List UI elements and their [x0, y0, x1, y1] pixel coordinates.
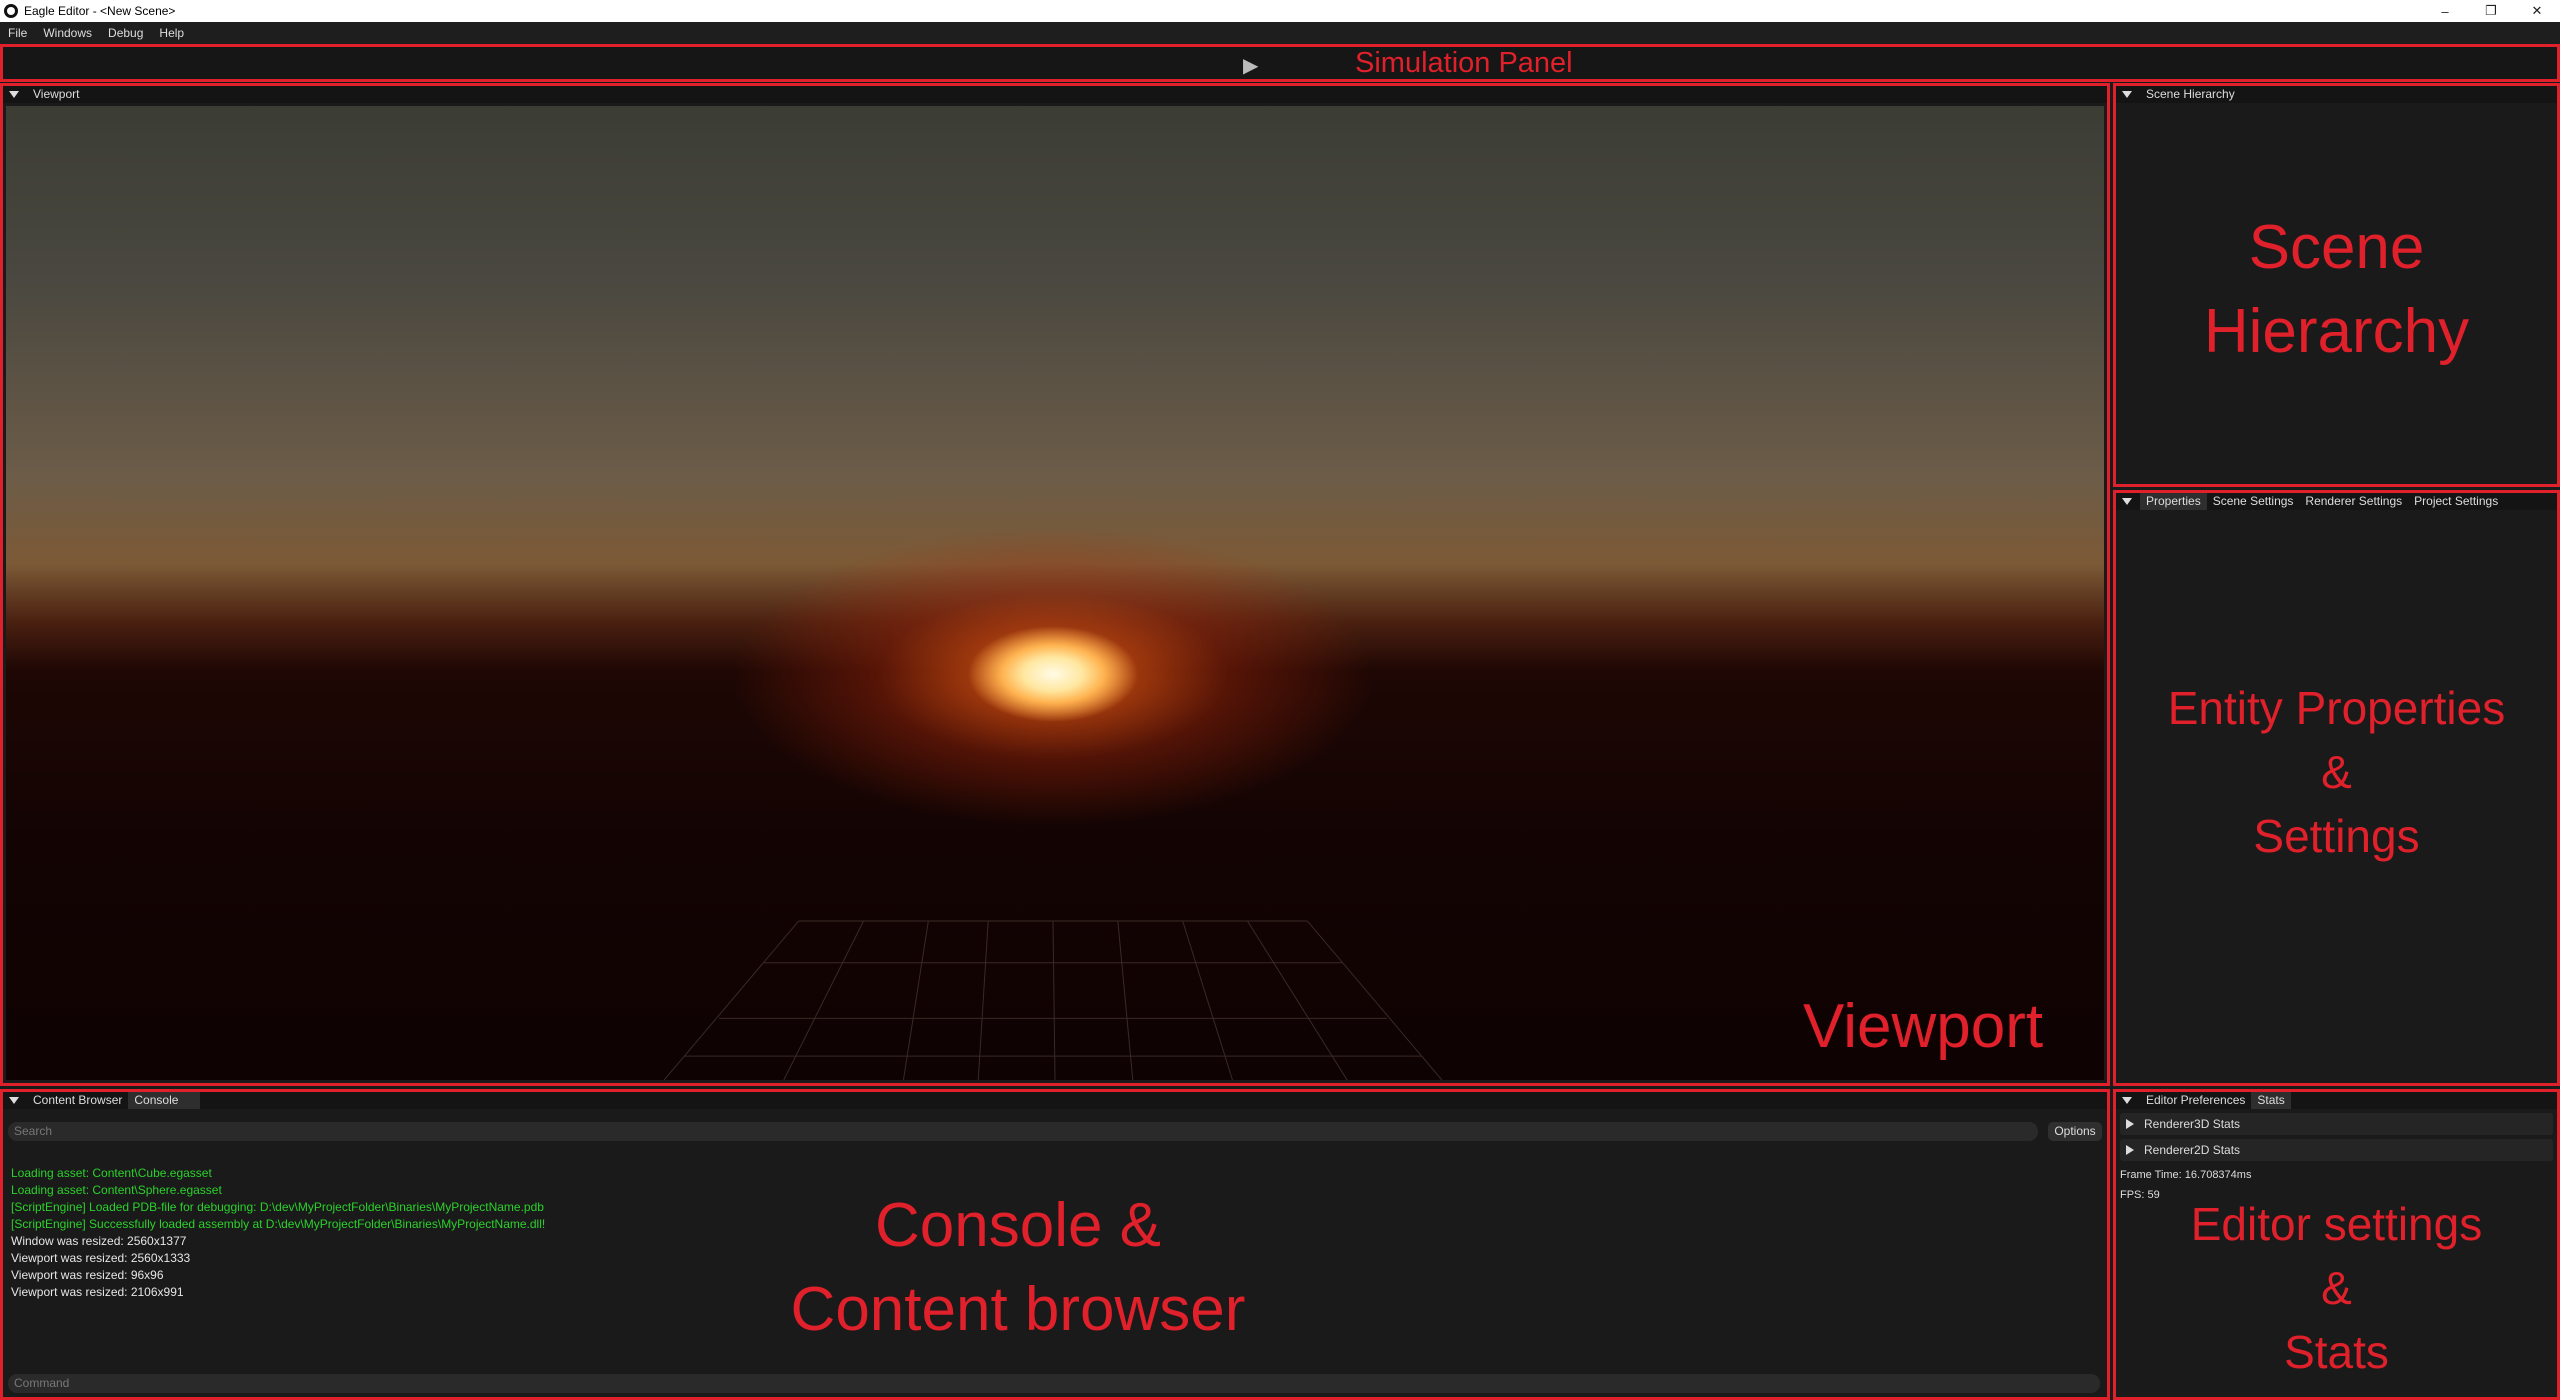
- close-button[interactable]: ✕: [2514, 0, 2560, 22]
- console-overlay-line2: Content browser: [790, 1275, 1246, 1344]
- menu-windows[interactable]: Windows: [35, 26, 100, 40]
- minimize-button[interactable]: –: [2422, 0, 2468, 22]
- log-line: Viewport was resized: 96x96: [11, 1268, 164, 1282]
- floor-grid: [663, 920, 1443, 1080]
- renderer2d-stats-header[interactable]: Renderer2D Stats: [2120, 1139, 2553, 1161]
- editor-tabbar: Editor Preferences Stats: [2116, 1092, 2557, 1109]
- command-input[interactable]: Command: [8, 1374, 2100, 1393]
- options-button[interactable]: Options: [2048, 1122, 2102, 1141]
- viewport-panel: Viewport Viewport: [0, 83, 2110, 1086]
- expand-arrow-icon: [2126, 1145, 2134, 1155]
- log-line: [ScriptEngine] Loaded PDB-file for debug…: [11, 1200, 544, 1214]
- log-line: Window was resized: 2560x1377: [11, 1234, 187, 1248]
- hierarchy-overlay-line2: Hierarchy: [2203, 297, 2470, 366]
- tab-scene-settings[interactable]: Scene Settings: [2207, 493, 2300, 510]
- menu-file[interactable]: File: [0, 26, 35, 40]
- tab-console[interactable]: Console: [128, 1092, 201, 1109]
- log-line: Viewport was resized: 2106x991: [11, 1285, 184, 1299]
- collapse-icon[interactable]: [9, 1097, 19, 1104]
- collapse-icon[interactable]: [2122, 498, 2132, 505]
- properties-overlay-line2: &: [2321, 746, 2352, 798]
- title-bar: Eagle Editor - <New Scene> – ❐ ✕: [0, 0, 2560, 22]
- hierarchy-overlay-label: Scene Hierarchy: [2116, 206, 2557, 374]
- tab-content-browser[interactable]: Content Browser: [27, 1092, 128, 1109]
- expand-arrow-icon: [2126, 1119, 2134, 1129]
- play-icon[interactable]: ▶: [1243, 53, 1258, 78]
- properties-overlay-label: Entity Properties & Settings: [2116, 676, 2557, 868]
- menu-bar: File Windows Debug Help: [0, 22, 2560, 44]
- console-overlay-line1: Console &: [874, 1191, 1162, 1260]
- hierarchy-tabbar: Scene Hierarchy: [2116, 86, 2557, 103]
- search-input[interactable]: Search: [8, 1122, 2038, 1141]
- scene-hierarchy-panel: Scene Hierarchy Scene Hierarchy: [2113, 83, 2560, 487]
- collapse-icon[interactable]: [2122, 91, 2132, 98]
- log-line: Viewport was resized: 2560x1333: [11, 1251, 191, 1265]
- editor-overlay-line3: Stats: [2284, 1326, 2389, 1378]
- tab-scene-hierarchy[interactable]: Scene Hierarchy: [2140, 86, 2241, 103]
- console-log: Loading asset: Content\Cube.egasset Load…: [6, 1165, 545, 1301]
- tab-renderer-settings[interactable]: Renderer Settings: [2299, 493, 2408, 510]
- tab-editor-preferences[interactable]: Editor Preferences: [2140, 1092, 2251, 1109]
- console-overlay-label: Console & Content browser: [703, 1184, 1333, 1352]
- log-line: Loading asset: Content\Cube.egasset: [11, 1166, 212, 1180]
- viewport-tabbar: Viewport: [3, 86, 2107, 103]
- app-logo-icon: [4, 4, 18, 18]
- tab-properties[interactable]: Properties: [2140, 493, 2207, 510]
- hierarchy-overlay-line1: Scene: [2248, 213, 2425, 282]
- viewport-scene[interactable]: [6, 106, 2104, 1080]
- log-line: [ScriptEngine] Successfully loaded assem…: [11, 1217, 546, 1231]
- editor-settings-panel: Editor Preferences Stats Renderer3D Stat…: [2113, 1089, 2560, 1400]
- window-title: Eagle Editor - <New Scene>: [24, 4, 176, 18]
- tab-project-settings[interactable]: Project Settings: [2408, 493, 2504, 510]
- collapse-icon[interactable]: [2122, 1097, 2132, 1104]
- frame-time: Frame Time: 16.708374ms: [2120, 1169, 2252, 1181]
- properties-panel: Properties Scene Settings Renderer Setti…: [2113, 490, 2560, 1086]
- tab-viewport[interactable]: Viewport: [27, 86, 85, 103]
- renderer3d-stats-label: Renderer3D Stats: [2144, 1117, 2241, 1131]
- collapse-icon[interactable]: [9, 91, 19, 98]
- restore-button[interactable]: ❐: [2468, 0, 2514, 22]
- properties-overlay-line1: Entity Properties: [2167, 682, 2506, 734]
- renderer3d-stats-header[interactable]: Renderer3D Stats: [2120, 1113, 2553, 1135]
- console-panel: Content Browser Console Search Options L…: [0, 1089, 2110, 1400]
- editor-overlay-line1: Editor settings: [2190, 1198, 2483, 1250]
- viewport-overlay-label: Viewport: [1803, 992, 2044, 1061]
- tab-stats[interactable]: Stats: [2251, 1092, 2291, 1109]
- simulation-panel: ▶ Simulation Panel: [0, 44, 2560, 82]
- renderer2d-stats-label: Renderer2D Stats: [2144, 1143, 2241, 1157]
- menu-help[interactable]: Help: [151, 26, 192, 40]
- editor-overlay-line2: &: [2321, 1262, 2352, 1314]
- menu-debug[interactable]: Debug: [100, 26, 151, 40]
- console-tabbar: Content Browser Console: [3, 1092, 2107, 1109]
- log-line: Loading asset: Content\Sphere.egasset: [11, 1183, 222, 1197]
- properties-tabbar: Properties Scene Settings Renderer Setti…: [2116, 493, 2557, 510]
- editor-overlay-label: Editor settings & Stats: [2116, 1192, 2557, 1384]
- simulation-panel-label: Simulation Panel: [1355, 47, 1573, 79]
- properties-overlay-line3: Settings: [2253, 810, 2420, 862]
